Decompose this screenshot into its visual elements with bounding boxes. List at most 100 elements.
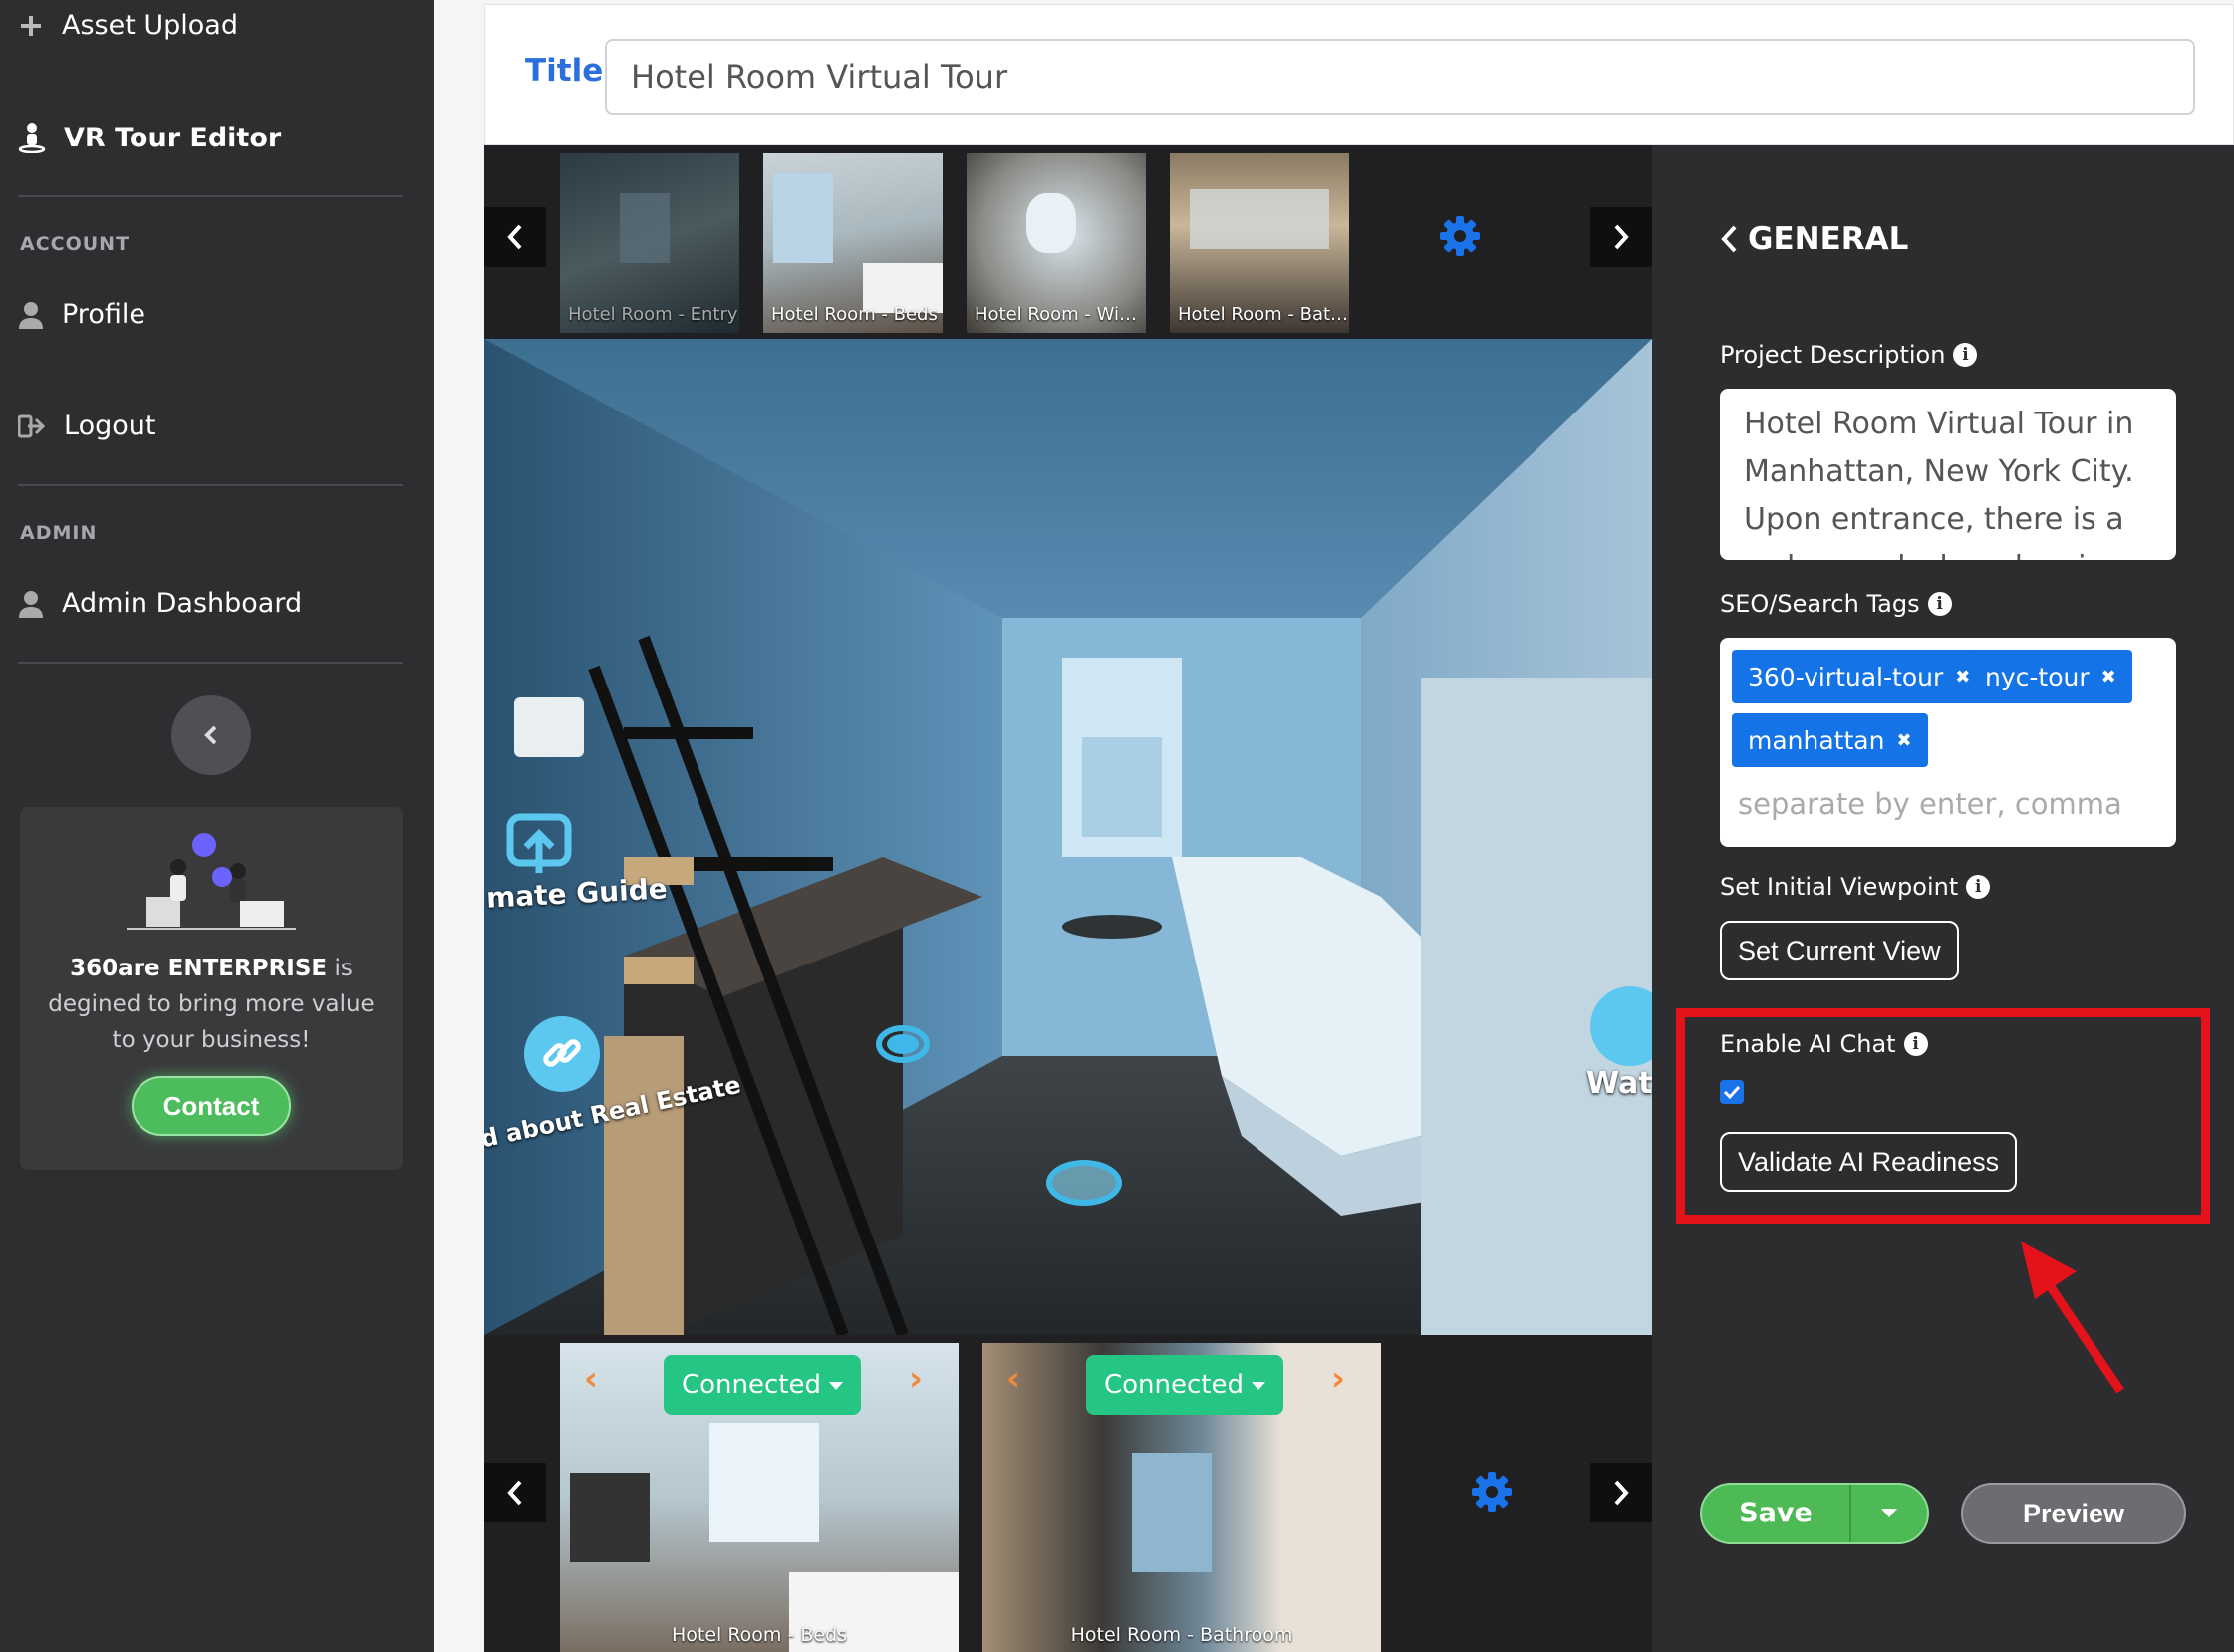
strip-next-button[interactable] <box>1590 207 1652 267</box>
upload-hotspot-icon[interactable] <box>504 807 574 877</box>
preview-button[interactable]: Preview <box>1961 1483 2186 1544</box>
thumb-caption: Hotel Room - Entry <box>568 304 738 325</box>
hotspot-watch-label[interactable]: Wat <box>1586 1066 1652 1101</box>
scenes-prev-button[interactable] <box>484 1463 546 1522</box>
connected-scene-card[interactable]: ‹ Connected › Hotel Room - Bathroom <box>982 1343 1381 1652</box>
scenes-next-button[interactable] <box>1590 1463 1652 1522</box>
ai-chat-label-text: Enable AI Chat <box>1720 1030 1896 1058</box>
sidebar-item-asset-upload[interactable]: Asset Upload <box>18 10 238 41</box>
enable-ai-chat-checkbox[interactable] <box>1720 1080 1744 1104</box>
sidebar: Asset Upload VR Tour Editor ACCOUNT Prof… <box>0 0 434 1652</box>
tag-chip: 360-virtual-tour ✖ <box>1732 650 1987 703</box>
seo-tags-label: SEO/Search Tags i <box>1720 590 1952 618</box>
chevron-left-icon[interactable]: ‹ <box>584 1359 598 1399</box>
viewpoint-label-text: Set Initial Viewpoint <box>1720 873 1959 901</box>
title-input[interactable]: Hotel Room Virtual Tour <box>605 39 2195 115</box>
collapse-sidebar-button[interactable] <box>171 695 251 775</box>
tag-text: 360-virtual-tour <box>1748 662 1944 691</box>
scene-thumb[interactable]: Hotel Room - Bath... <box>1170 153 1349 333</box>
sidebar-item-vr-tour-editor[interactable]: VR Tour Editor <box>18 122 281 153</box>
gear-icon[interactable] <box>1471 1471 1513 1513</box>
set-current-view-button[interactable]: Set Current View <box>1720 921 1959 980</box>
connected-status-dropdown[interactable]: Connected <box>664 1355 862 1415</box>
gear-icon[interactable] <box>1439 215 1481 257</box>
sidebar-item-admin-dashboard[interactable]: Admin Dashboard <box>18 588 302 619</box>
divider <box>18 484 403 486</box>
save-options-caret-icon[interactable] <box>1881 1509 1897 1525</box>
tag-chip: manhattan ✖ <box>1732 713 1928 767</box>
info-icon[interactable]: i <box>1953 343 1978 367</box>
strip-prev-button[interactable] <box>484 207 546 267</box>
promo-brand: 360are ENTERPRISE <box>70 956 328 981</box>
chevron-right-icon <box>1614 1480 1629 1506</box>
sidebar-item-logout[interactable]: Logout <box>18 411 155 441</box>
scene-thumb[interactable]: Hotel Room - Beds <box>763 153 943 333</box>
connected-scene-card[interactable]: ‹ Connected › Hotel Room - Beds <box>560 1343 959 1652</box>
thumb-caption: Hotel Room - Beds <box>771 304 938 325</box>
tag-text: manhattan <box>1748 725 1885 755</box>
scene-thumb[interactable]: Hotel Room - Win... <box>967 153 1146 333</box>
thumb-caption: Hotel Room - Win... <box>975 304 1146 325</box>
chevron-left-icon[interactable]: ‹ <box>1006 1359 1020 1399</box>
annotation-arrow-icon <box>2021 1241 2124 1394</box>
panorama-viewer[interactable]: mate Guide d about Real Estate Wat <box>484 339 1652 1335</box>
viewpoint-label: Set Initial Viewpoint i <box>1720 873 1991 901</box>
enterprise-promo-card: 360are ENTERPRISE is degined to bring mo… <box>20 807 403 1170</box>
user-icon <box>19 590 43 618</box>
divider <box>1849 1485 1851 1542</box>
section-admin: ADMIN <box>20 522 98 544</box>
general-settings-panel: GENERAL Project Description i Hotel Room … <box>1652 145 2234 1652</box>
chevron-right-icon[interactable]: › <box>909 1359 923 1399</box>
contact-button[interactable]: Contact <box>132 1076 291 1136</box>
divider <box>18 195 403 197</box>
ai-chat-label: Enable AI Chat i <box>1720 1030 1928 1058</box>
description-label: Project Description i <box>1720 341 1978 369</box>
chevron-left-icon <box>204 725 217 745</box>
tag-placeholder: separate by enter, comma <box>1738 787 2122 821</box>
sidebar-item-label: Profile <box>62 299 145 330</box>
info-icon[interactable]: i <box>1966 875 1991 899</box>
scene-thumbnail-strip: Hotel Room - Entry Hotel Room - Beds Hot… <box>484 145 1652 339</box>
chevron-left-icon <box>1721 225 1737 253</box>
logout-icon <box>18 414 46 437</box>
checkmark-icon <box>1723 1085 1741 1100</box>
chevron-right-icon <box>1614 224 1629 250</box>
project-description-textarea[interactable]: Hotel Room Virtual Tour in Manhattan, Ne… <box>1720 389 2176 560</box>
title-label: Title <box>525 53 604 89</box>
plus-icon <box>21 15 41 36</box>
connected-status-dropdown[interactable]: Connected <box>1086 1355 1284 1415</box>
tour-editor: Hotel Room - Entry Hotel Room - Beds Hot… <box>484 145 1652 1652</box>
scene-caption: Hotel Room - Beds <box>671 1624 848 1646</box>
sidebar-item-label: Asset Upload <box>62 10 238 41</box>
chevron-right-icon[interactable]: › <box>1331 1359 1345 1399</box>
sidebar-item-label: Logout <box>64 411 156 441</box>
navigation-hotspot[interactable] <box>1046 1160 1122 1206</box>
chevron-left-icon <box>507 1480 522 1506</box>
save-button-group: Save <box>1700 1483 1929 1544</box>
sidebar-item-profile[interactable]: Profile <box>18 299 145 330</box>
link-hotspot-icon[interactable] <box>524 1016 600 1092</box>
thumb-caption: Hotel Room - Bath... <box>1178 304 1349 325</box>
tag-chip: nyc-tour ✖ <box>1969 650 2132 703</box>
promo-text: 360are ENTERPRISE is degined to bring mo… <box>40 951 383 1058</box>
seo-tags-input[interactable]: 360-virtual-tour ✖ nyc-tour ✖ manhattan ✖ s… <box>1720 638 2176 847</box>
info-icon[interactable]: i <box>1903 1032 1928 1056</box>
team-illustration <box>127 833 296 930</box>
info-icon[interactable]: i <box>1927 592 1952 616</box>
chevron-left-icon <box>507 224 522 250</box>
panel-title: GENERAL <box>1748 221 1909 257</box>
scene-thumb[interactable]: Hotel Room - Entry <box>560 153 739 333</box>
street-view-icon <box>18 123 46 153</box>
title-bar: Title Hotel Room Virtual Tour <box>484 4 2234 145</box>
section-account: ACCOUNT <box>20 233 131 255</box>
description-label-text: Project Description <box>1720 341 1946 369</box>
validate-ai-readiness-button[interactable]: Validate AI Readiness <box>1720 1132 2018 1192</box>
panel-header[interactable]: GENERAL <box>1720 221 1908 257</box>
connected-scenes-strip: ‹ Connected › Hotel Room - Beds ‹ Connec… <box>484 1335 1652 1652</box>
sidebar-item-label: Admin Dashboard <box>62 588 303 619</box>
save-button[interactable]: Save <box>1702 1485 1849 1542</box>
remove-tag-icon[interactable]: ✖ <box>2101 667 2116 688</box>
tag-text: nyc-tour <box>1985 662 2090 691</box>
remove-tag-icon[interactable]: ✖ <box>1896 730 1911 751</box>
sidebar-item-label: VR Tour Editor <box>64 122 282 153</box>
